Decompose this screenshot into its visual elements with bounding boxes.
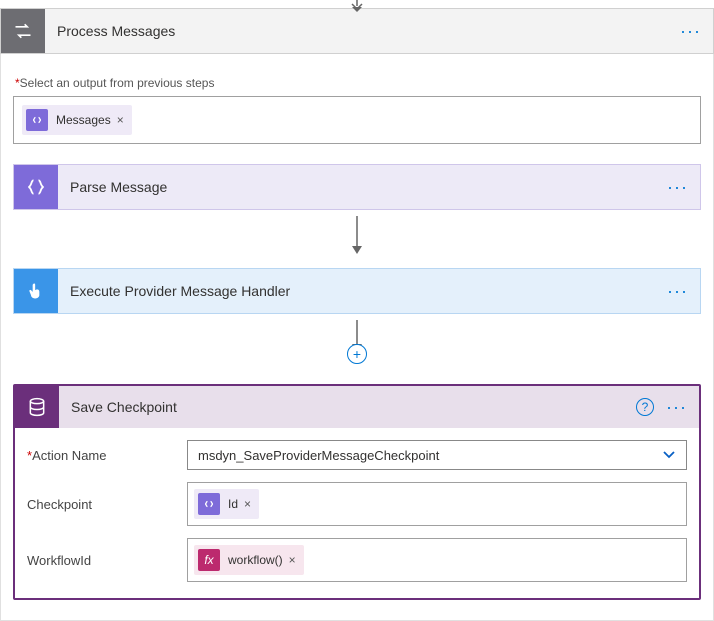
output-selector-label: *Select an output from previous steps — [15, 76, 701, 90]
workflowid-label: WorkflowId — [27, 553, 187, 568]
process-messages-title: Process Messages — [45, 23, 668, 39]
braces-icon — [198, 493, 220, 515]
token-label: Messages — [56, 113, 111, 127]
pointer-icon — [14, 269, 58, 313]
remove-token-icon[interactable]: × — [289, 553, 296, 567]
braces-icon — [26, 109, 48, 131]
output-selector-field[interactable]: Messages × — [13, 96, 701, 144]
loop-icon — [1, 9, 45, 53]
action-name-label: *Action Name — [27, 448, 187, 463]
process-messages-header[interactable]: Process Messages ··· — [0, 8, 714, 54]
execute-provider-step[interactable]: Execute Provider Message Handler ··· — [13, 268, 701, 314]
token-label: workflow() — [228, 553, 283, 567]
messages-token[interactable]: Messages × — [22, 105, 132, 135]
checkpoint-label: Checkpoint — [27, 497, 187, 512]
save-checkpoint-header[interactable]: Save Checkpoint ? ··· — [15, 386, 699, 428]
checkpoint-field[interactable]: Id × — [187, 482, 687, 526]
save-checkpoint-menu[interactable]: ··· — [654, 397, 699, 418]
save-checkpoint-title: Save Checkpoint — [59, 399, 636, 415]
add-step-button[interactable]: + — [347, 344, 367, 364]
braces-icon — [14, 165, 58, 209]
id-token[interactable]: Id × — [194, 489, 259, 519]
remove-token-icon[interactable]: × — [117, 113, 124, 127]
workflowid-field[interactable]: fx workflow() × — [187, 538, 687, 582]
workflow-token[interactable]: fx workflow() × — [194, 545, 304, 575]
execute-provider-menu[interactable]: ··· — [655, 281, 700, 302]
execute-provider-title: Execute Provider Message Handler — [58, 283, 655, 299]
remove-token-icon[interactable]: × — [244, 497, 251, 511]
token-label: Id — [228, 497, 238, 511]
parse-message-title: Parse Message — [58, 179, 655, 195]
chevron-down-icon — [662, 447, 676, 463]
parse-message-step[interactable]: Parse Message ··· — [13, 164, 701, 210]
database-icon — [15, 386, 59, 428]
help-icon[interactable]: ? — [636, 398, 654, 416]
connector-arrow — [13, 216, 701, 256]
action-name-select[interactable]: msdyn_SaveProviderMessageCheckpoint — [187, 440, 687, 470]
parse-message-menu[interactable]: ··· — [655, 177, 700, 198]
action-name-value: msdyn_SaveProviderMessageCheckpoint — [198, 448, 439, 463]
process-messages-menu[interactable]: ··· — [668, 21, 713, 42]
